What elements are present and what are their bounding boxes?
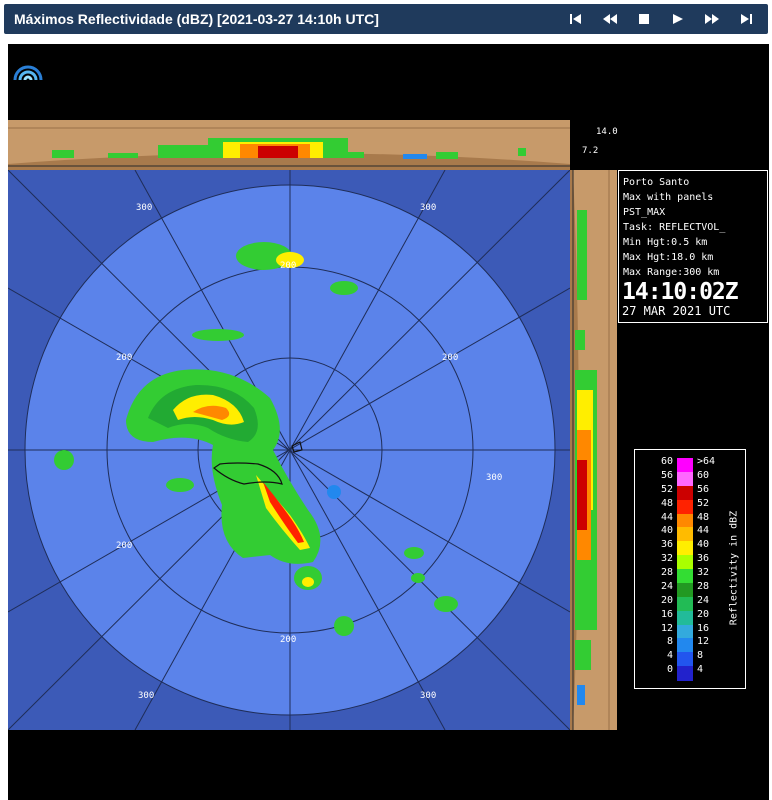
legend-max-value: 4	[697, 664, 704, 676]
legend-max-value: 52	[697, 497, 710, 509]
height-label-mid: 7.2	[582, 146, 599, 156]
legend-max-value: 56	[697, 483, 710, 495]
top-height-panel	[8, 120, 570, 170]
legend-min-value: 60	[660, 456, 673, 467]
legend-max-value: >64	[697, 456, 716, 467]
info-max-height: Max Hgt:18.0 km	[623, 252, 714, 263]
legend-swatch	[677, 638, 693, 653]
viewer-header: Máximos Reflectividade (dBZ) [2021-03-27…	[4, 4, 768, 34]
legend-min-value: 56	[660, 469, 673, 481]
legend-swatch	[677, 624, 693, 639]
last-frame-button[interactable]	[730, 4, 762, 34]
legend-min-value: 48	[660, 497, 673, 509]
legend-min-value: 20	[660, 594, 673, 606]
legend-swatch	[677, 666, 693, 681]
radar-ppi-display: 300 300 200 200 200 200 300 300 200 300	[8, 170, 570, 730]
info-max-range: Max Range:300 km	[623, 267, 720, 278]
legend-swatch	[677, 471, 693, 487]
height-label-max: 14.0	[596, 127, 618, 137]
radar-image: 14.0 7.2 300 300 200 200 200 200 300 300…	[8, 44, 769, 800]
legend-min-value: 40	[660, 525, 673, 537]
legend-swatch	[677, 541, 693, 556]
legend-swatch	[677, 569, 693, 584]
legend-min-value: 8	[666, 636, 673, 648]
rewind-icon	[603, 14, 617, 24]
legend-min-value: 44	[660, 511, 673, 523]
legend-min-value: 4	[666, 650, 673, 662]
legend-max-value: 40	[697, 539, 710, 551]
playback-controls	[560, 4, 762, 34]
legend-max-value: 20	[697, 608, 710, 620]
legend-max-value: 48	[697, 511, 710, 523]
next-frame-button[interactable]	[696, 4, 728, 34]
info-site: Porto Santo	[623, 177, 690, 188]
legend-swatch	[677, 499, 693, 514]
range-label-300-e: 300	[486, 473, 502, 483]
legend-min-value: 52	[660, 483, 673, 495]
legend-max-value: 24	[697, 594, 710, 606]
play-button[interactable]	[662, 4, 694, 34]
range-label-200-w: 200	[116, 353, 132, 363]
side-height-panel	[569, 170, 617, 730]
legend-color-bar	[677, 458, 693, 681]
legend-max-value: 32	[697, 567, 710, 578]
previous-frame-button[interactable]	[594, 4, 626, 34]
legend-min-value: 12	[660, 622, 673, 634]
legend-min-value: 32	[660, 553, 673, 565]
legend-max-value: 28	[697, 580, 710, 592]
play-icon	[673, 14, 683, 24]
legend-title: Reflectivity in dBZ	[728, 510, 740, 626]
skip-forward-icon	[741, 14, 752, 24]
skip-back-icon	[570, 14, 581, 24]
info-time: 14:10:02Z	[622, 279, 739, 305]
legend-swatch	[677, 513, 693, 528]
legend-min-value: 0	[666, 664, 673, 676]
reflectivity-legend: 60 56 52 48 44 40 36 32 28 24 20 16 12 8 4 0 >64 60 56 52 48…	[634, 449, 746, 689]
legend-max-value: 60	[697, 469, 710, 481]
range-label-300-se: 300	[420, 691, 436, 701]
legend-min-value: 28	[660, 567, 673, 578]
info-product: Max with panels	[623, 192, 714, 203]
legend-max-value: 8	[697, 650, 704, 662]
legend-swatch	[677, 485, 693, 501]
first-frame-button[interactable]	[560, 4, 592, 34]
info-min-height: Min Hgt:0.5 km	[623, 237, 708, 248]
legend-swatch	[677, 527, 693, 542]
info-product-id: PST_MAX	[623, 207, 666, 218]
range-label-300-nw: 300	[136, 203, 152, 213]
radar-logo-icon	[13, 65, 43, 81]
page-title: Máximos Reflectividade (dBZ) [2021-03-27…	[14, 11, 379, 27]
legend-min-value: 16	[660, 608, 673, 620]
legend-max-value: 16	[697, 622, 710, 634]
legend-max-value: 36	[697, 553, 710, 565]
range-label-200-s: 200	[280, 635, 296, 645]
info-task: Task: REFLECTVOL_	[623, 222, 726, 233]
legend-swatch	[677, 458, 693, 473]
range-label-200-sw: 200	[116, 541, 132, 551]
info-date: 27 MAR 2021 UTC	[622, 304, 731, 318]
stop-icon	[639, 14, 649, 24]
legend-max-value: 44	[697, 525, 710, 537]
legend-min-value: 36	[660, 539, 673, 551]
legend-swatch	[677, 555, 693, 570]
legend-swatch	[677, 610, 693, 625]
range-label-200-n: 200	[280, 261, 296, 271]
legend-swatch	[677, 582, 693, 598]
legend-min-value: 24	[660, 580, 673, 592]
range-label-200-e: 200	[442, 353, 458, 363]
legend-max-value: 12	[697, 636, 710, 648]
fast-forward-icon	[705, 14, 719, 24]
range-label-300-sw: 300	[138, 691, 154, 701]
legend-swatch	[677, 596, 693, 612]
legend-swatch	[677, 652, 693, 667]
range-label-300-ne: 300	[420, 203, 436, 213]
radar-info-panel: Porto Santo Max with panels PST_MAX Task…	[618, 170, 768, 323]
stop-button[interactable]	[628, 4, 660, 34]
